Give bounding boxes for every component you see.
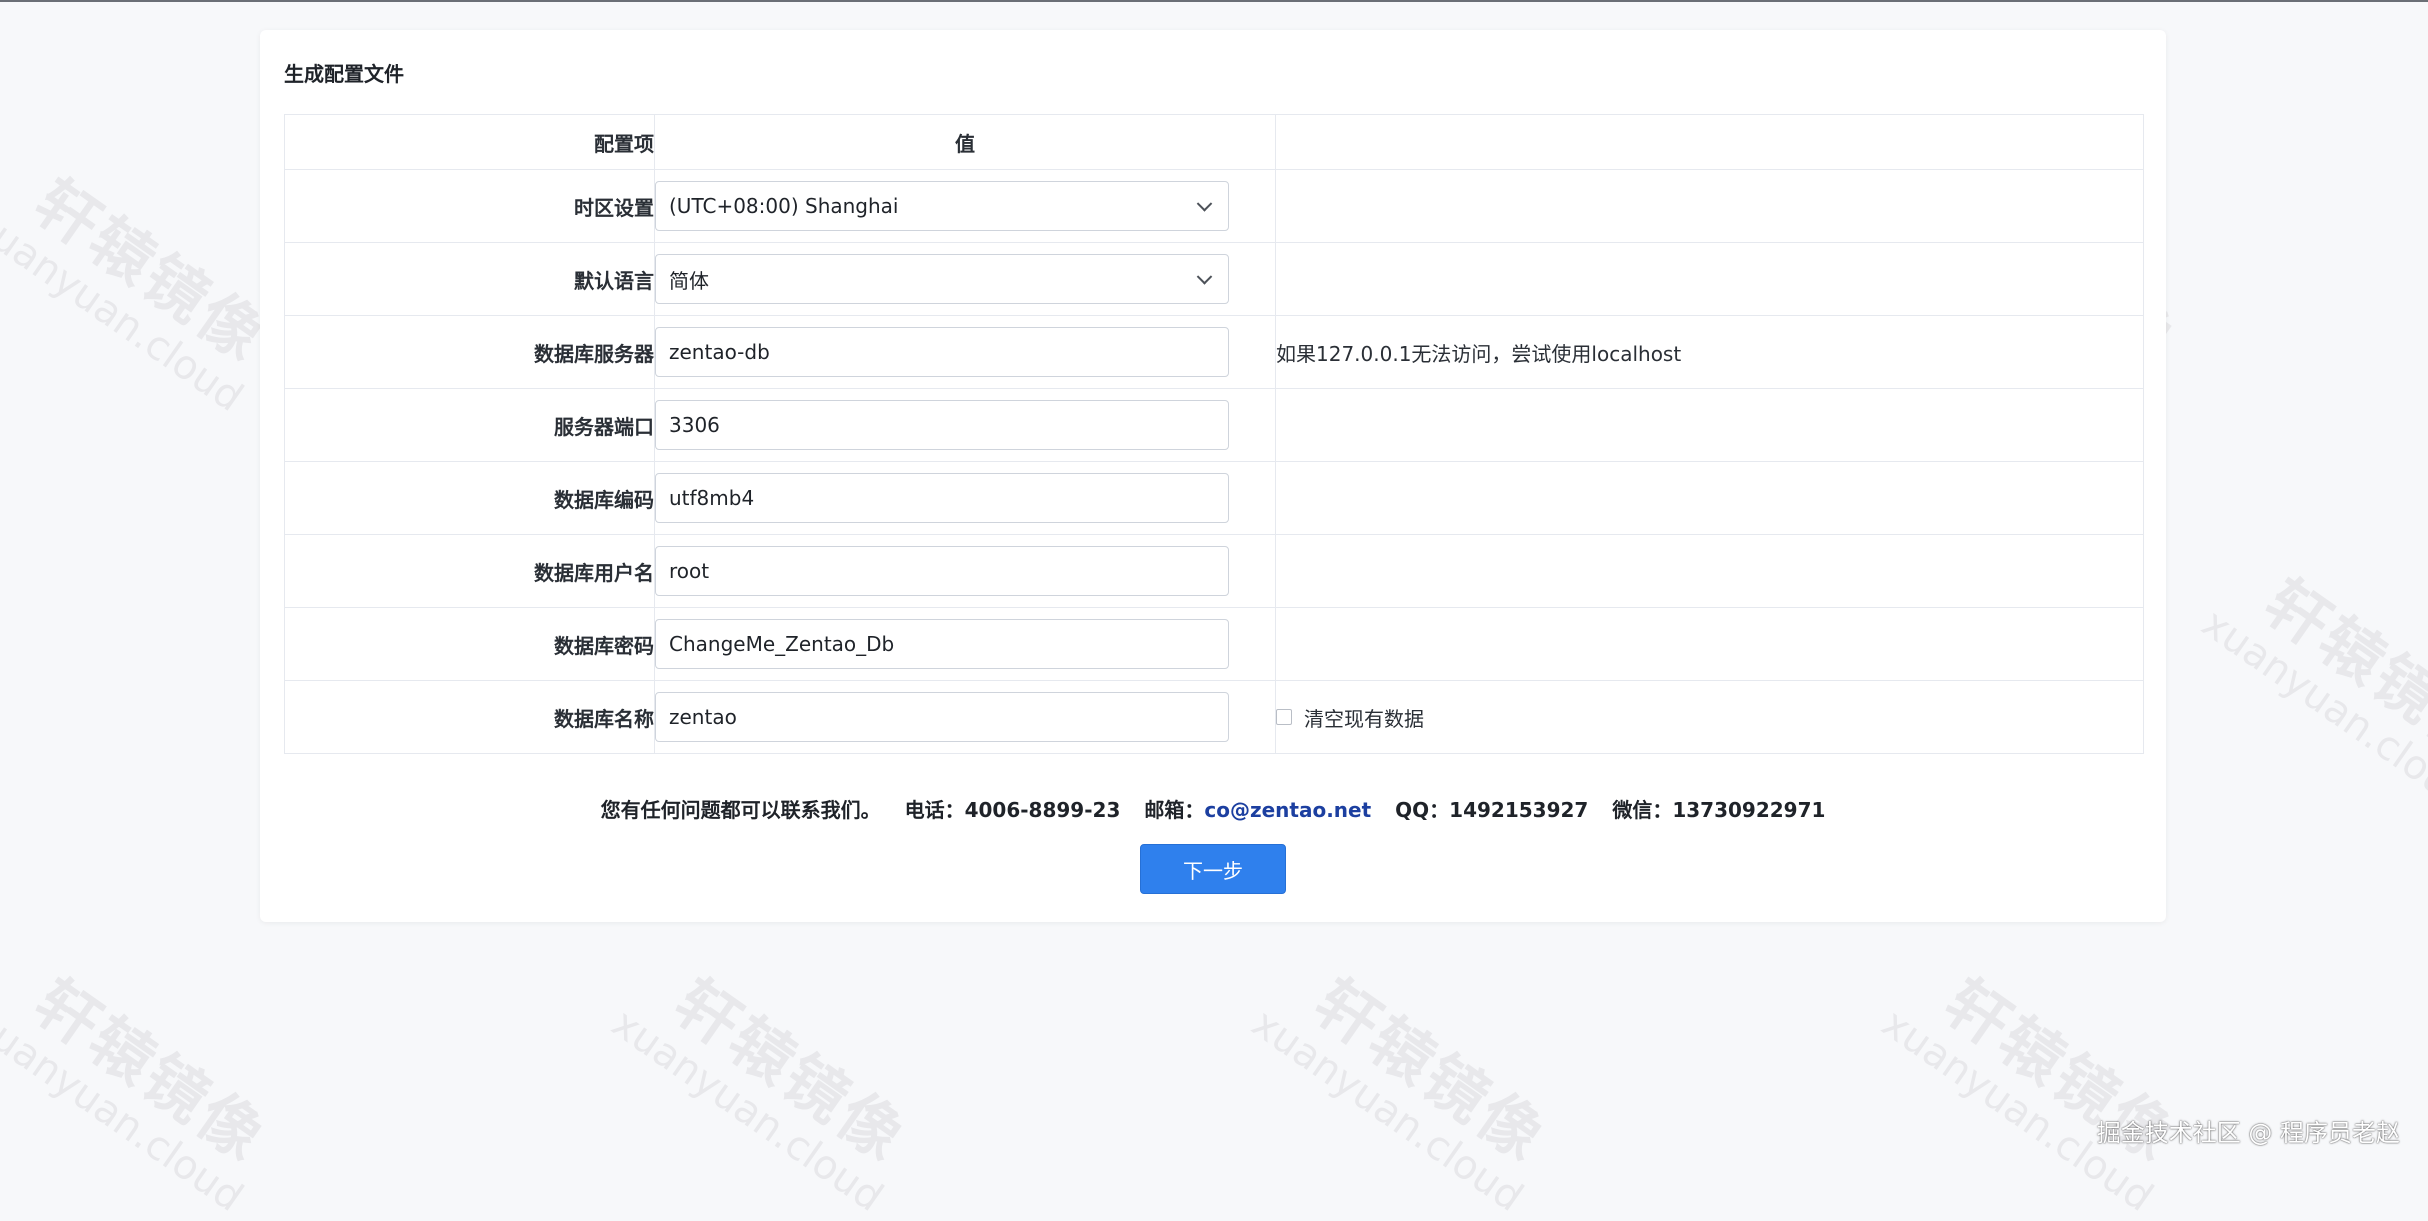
header-value: 值 (654, 114, 1276, 170)
row-note (1275, 169, 2144, 243)
config-table: 配置项 值 时区设置 (UTC+08:00) Shanghai 默认语言 简体 … (284, 114, 2144, 754)
row-label: 默认语言 (284, 242, 655, 316)
next-step-button[interactable]: 下一步 (1140, 844, 1286, 894)
watermark: 轩辕镜像 xuanyuan.cloud (0, 165, 288, 421)
contact-wechat: 微信：13730922971 (1612, 798, 1826, 822)
db-encoding-input[interactable]: utf8mb4 (655, 473, 1229, 523)
row-note (1275, 534, 2144, 608)
language-select[interactable]: 简体 (655, 254, 1229, 304)
chevron-down-icon (1196, 269, 1213, 285)
clear-data-text: 清空现有数据 (1304, 706, 1424, 731)
watermark: 轩辕镜像 xuanyuan.cloud (1874, 965, 2198, 1221)
watermark-en: xuanyuan.cloud (2193, 600, 2428, 821)
watermark-cn: 轩辕镜像 (21, 965, 280, 1177)
row-note (1275, 461, 2144, 535)
clear-data-checkbox[interactable] (1276, 709, 1292, 725)
contact-phone: 电话：4006-8899-23 (904, 798, 1121, 822)
db-encoding-value: utf8mb4 (669, 486, 755, 510)
watermark-en: xuanyuan.cloud (1243, 1000, 1532, 1221)
table-row: 数据库服务器 zentao-db 如果127.0.0.1无法访问，尝试使用loc… (284, 315, 2144, 389)
chevron-down-icon (1196, 196, 1213, 212)
watermark-cn: 轩辕镜像 (2251, 565, 2428, 777)
card-title: 生成配置文件 (284, 62, 404, 86)
window-top-border (0, 0, 2428, 2)
table-row: 数据库名称 zentao 清空现有数据 (284, 680, 2144, 754)
table-row: 数据库密码 ChangeMe_Zentao_Db (284, 607, 2144, 681)
db-port-value: 3306 (669, 413, 720, 437)
watermark: 轩辕镜像 xuanyuan.cloud (2194, 565, 2428, 821)
contact-email-group: 邮箱：co@zentao.net (1144, 794, 1371, 823)
clear-data-checkbox-label[interactable]: 清空现有数据 (1276, 703, 2143, 732)
row-label: 数据库编码 (284, 461, 655, 535)
table-header-row: 配置项 值 (284, 114, 2144, 170)
db-port-input[interactable]: 3306 (655, 400, 1229, 450)
watermark-cn: 轩辕镜像 (1301, 965, 1560, 1177)
watermark-cn: 轩辕镜像 (21, 165, 280, 377)
watermark-en: xuanyuan.cloud (0, 200, 252, 421)
language-value: 简体 (669, 268, 709, 293)
table-row: 默认语言 简体 (284, 242, 2144, 316)
db-user-value: root (669, 559, 710, 583)
db-host-input[interactable]: zentao-db (655, 327, 1229, 377)
timezone-select[interactable]: (UTC+08:00) Shanghai (655, 181, 1229, 231)
watermark: 轩辕镜像 xuanyuan.cloud (1244, 965, 1568, 1221)
db-password-value: ChangeMe_Zentao_Db (669, 632, 895, 656)
db-host-value: zentao-db (669, 340, 770, 364)
table-row: 数据库用户名 root (284, 534, 2144, 608)
header-note (1275, 114, 2144, 170)
db-name-input[interactable]: zentao (655, 692, 1229, 742)
watermark: 轩辕镜像 xuanyuan.cloud (0, 965, 288, 1221)
contact-qq: QQ：1492153927 (1395, 798, 1589, 822)
header-config-item: 配置项 (284, 114, 655, 170)
row-label: 时区设置 (284, 169, 655, 243)
table-row: 数据库编码 utf8mb4 (284, 461, 2144, 535)
watermark-en: xuanyuan.cloud (603, 1000, 892, 1221)
watermark-en: xuanyuan.cloud (1873, 1000, 2162, 1221)
watermark-cn: 轩辕镜像 (661, 965, 920, 1177)
watermark-en: xuanyuan.cloud (0, 1000, 252, 1221)
row-label: 数据库用户名 (284, 534, 655, 608)
db-user-input[interactable]: root (655, 546, 1229, 596)
contact-email-label: 邮箱： (1144, 798, 1205, 822)
db-host-hint: 如果127.0.0.1无法访问，尝试使用localhost (1275, 315, 2144, 389)
contact-info: 您有任何问题都可以联系我们。 电话：4006-8899-23 邮箱：co@zen… (260, 794, 2166, 823)
db-name-value: zentao (669, 705, 737, 729)
credit-watermark: 掘金技术社区 @ 程序员老赵 (2096, 1119, 2400, 1147)
table-row: 时区设置 (UTC+08:00) Shanghai (284, 169, 2144, 243)
contact-intro: 您有任何问题都可以联系我们。 (600, 798, 881, 822)
contact-email-link[interactable]: co@zentao.net (1204, 798, 1371, 822)
row-note (1275, 388, 2144, 462)
table-row: 服务器端口 3306 (284, 388, 2144, 462)
db-password-input[interactable]: ChangeMe_Zentao_Db (655, 619, 1229, 669)
row-label: 数据库密码 (284, 607, 655, 681)
timezone-value: (UTC+08:00) Shanghai (669, 194, 899, 218)
row-label: 数据库服务器 (284, 315, 655, 389)
watermark: 轩辕镜像 xuanyuan.cloud (604, 965, 928, 1221)
row-note (1275, 242, 2144, 316)
config-card: 生成配置文件 配置项 值 时区设置 (UTC+08:00) Shanghai 默… (260, 30, 2166, 922)
row-note (1275, 607, 2144, 681)
row-label: 数据库名称 (284, 680, 655, 754)
watermark-cn: 轩辕镜像 (1931, 965, 2190, 1177)
row-label: 服务器端口 (284, 388, 655, 462)
